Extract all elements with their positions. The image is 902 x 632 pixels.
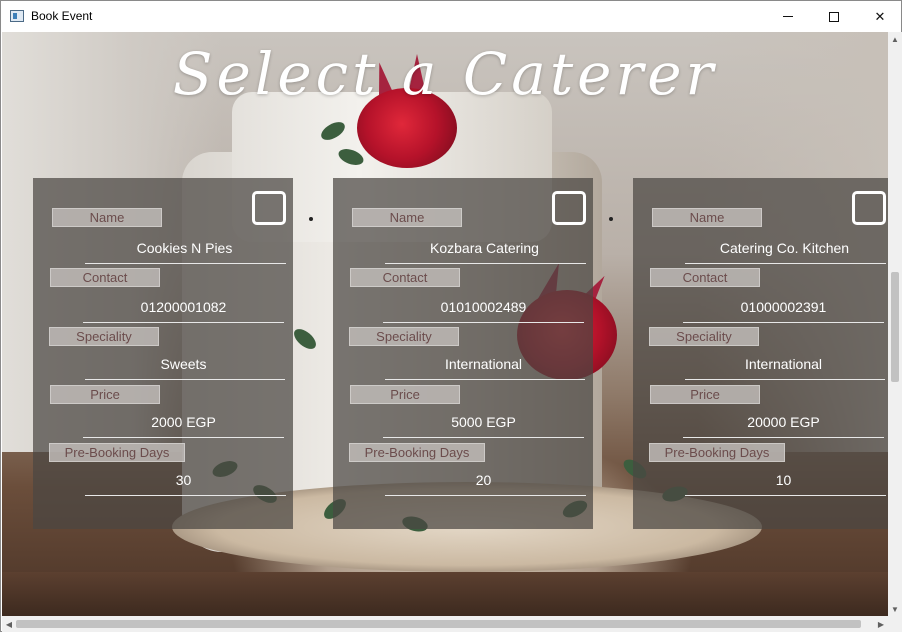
caterer-card: Name Cookies N Pies Contact 01200001082 …	[33, 178, 293, 529]
window-title: Book Event	[31, 9, 93, 23]
prebooking-label: Pre-Booking Days	[49, 443, 185, 462]
contact-underline	[683, 322, 884, 323]
scroll-up-arrow-icon[interactable]: ▲	[888, 32, 902, 46]
price-underline	[383, 437, 584, 438]
prebooking-value: 20	[475, 472, 492, 488]
prebooking-label: Pre-Booking Days	[649, 443, 785, 462]
scroll-left-arrow-icon[interactable]: ◀	[2, 616, 16, 632]
price-underline	[83, 437, 284, 438]
close-icon: ✕	[874, 8, 886, 24]
speciality-label: Speciality	[649, 327, 759, 346]
contact-label: Contact	[350, 268, 460, 287]
maximize-icon	[829, 11, 839, 22]
content-viewport: Select a Caterer Name Cookies N Pies Con…	[2, 32, 888, 616]
speciality-value: International	[744, 356, 823, 372]
speciality-label: Speciality	[349, 327, 459, 346]
contact-value: 01200001082	[140, 299, 227, 315]
name-label: Name	[352, 208, 462, 227]
book-event-window: Book Event ✕ Select a Caterer Name Cooki…	[0, 0, 902, 632]
name-label: Name	[52, 208, 162, 227]
caterer-card: Name Kozbara Catering Contact 0101000248…	[333, 178, 593, 529]
prebooking-value: 10	[775, 472, 792, 488]
speciality-underline	[685, 379, 885, 380]
vertical-scroll-thumb[interactable]	[891, 272, 899, 382]
separator-dot	[609, 217, 613, 221]
page-title: Select a Caterer	[172, 40, 718, 108]
caterer-card: Name Catering Co. Kitchen Contact 010000…	[633, 178, 888, 529]
prebooking-underline	[85, 495, 286, 496]
select-caterer-checkbox[interactable]	[252, 191, 286, 225]
scroll-down-arrow-icon[interactable]: ▼	[888, 602, 902, 616]
prebooking-underline	[385, 495, 586, 496]
speciality-value: International	[444, 356, 523, 372]
name-value: Cookies N Pies	[136, 240, 233, 256]
price-label: Price	[650, 385, 760, 404]
price-underline	[683, 437, 884, 438]
contact-value: 01000002391	[740, 299, 827, 315]
prebooking-value: 30	[175, 472, 192, 488]
speciality-underline	[85, 379, 285, 380]
close-button[interactable]: ✕	[857, 1, 902, 32]
speciality-label: Speciality	[49, 327, 159, 346]
name-underline	[385, 263, 586, 264]
window-app-icon	[10, 10, 24, 22]
speciality-underline	[385, 379, 585, 380]
price-label: Price	[350, 385, 460, 404]
name-value: Kozbara Catering	[430, 240, 539, 256]
select-caterer-checkbox[interactable]	[852, 191, 886, 225]
name-label: Name	[652, 208, 762, 227]
contact-value: 01010002489	[440, 299, 527, 315]
minimize-button[interactable]	[765, 1, 811, 32]
minimize-icon	[783, 16, 793, 17]
scroll-right-arrow-icon[interactable]: ▶	[874, 616, 888, 632]
contact-label: Contact	[50, 268, 160, 287]
name-underline	[85, 263, 286, 264]
prebooking-underline	[685, 495, 886, 496]
scrollbar-corner	[888, 616, 902, 632]
price-value: 2000 EGP	[151, 414, 216, 430]
price-value: 5000 EGP	[451, 414, 516, 430]
vertical-scrollbar[interactable]: ▲ ▼	[888, 32, 902, 616]
select-caterer-checkbox[interactable]	[552, 191, 586, 225]
title-bar[interactable]: Book Event ✕	[1, 1, 901, 32]
name-underline	[685, 263, 886, 264]
price-value: 20000 EGP	[747, 414, 820, 430]
horizontal-scrollbar[interactable]: ◀ ▶	[2, 616, 888, 632]
separator-dot	[309, 217, 313, 221]
contact-underline	[383, 322, 584, 323]
contact-underline	[83, 322, 284, 323]
speciality-value: Sweets	[160, 356, 207, 372]
contact-label: Contact	[650, 268, 760, 287]
horizontal-scroll-thumb[interactable]	[16, 620, 861, 628]
name-value: Catering Co. Kitchen	[719, 240, 850, 256]
prebooking-label: Pre-Booking Days	[349, 443, 485, 462]
maximize-button[interactable]	[811, 1, 857, 32]
price-label: Price	[50, 385, 160, 404]
